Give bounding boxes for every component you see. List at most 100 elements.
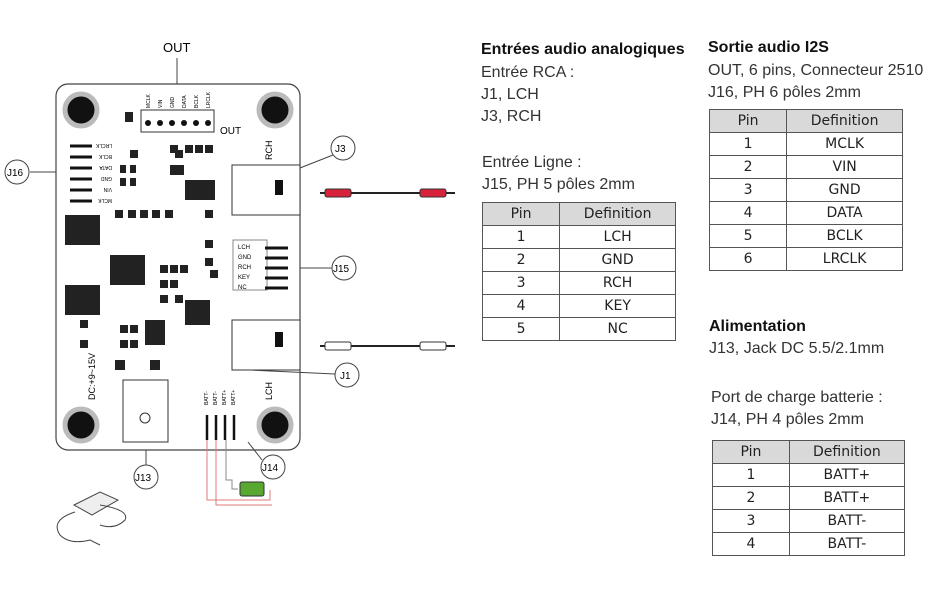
smd-component xyxy=(175,150,183,158)
i2s-line: J16, PH 6 pôles 2mm xyxy=(708,84,861,101)
pin-number: 2 xyxy=(712,486,790,510)
pin-number: 5 xyxy=(481,317,561,341)
rca-plug-red xyxy=(419,188,447,198)
power-desc: J13, Jack DC 5.5/2.1mm xyxy=(709,340,885,357)
j15-pin-label: GND xyxy=(238,255,252,261)
pin-number: 4 xyxy=(481,294,561,318)
smd-component xyxy=(205,145,213,153)
j16-pin-label: LRCLK xyxy=(95,142,112,148)
batt-pin-label: BATT- xyxy=(213,391,219,405)
smd-component xyxy=(115,210,123,218)
pin-number: 2 xyxy=(708,155,788,179)
j15-pin-label: LCH xyxy=(238,245,250,251)
out-pin-label: DATA xyxy=(182,95,188,108)
table-row: 2 GND xyxy=(481,248,676,272)
callout-out: OUT xyxy=(163,40,191,55)
smd-component xyxy=(170,265,178,273)
rca-plug-white xyxy=(324,341,352,351)
pin-dot xyxy=(205,120,211,126)
i2s-pin-table: Pin Definition 1 MCLK 2 VIN 3 GND 4 DATA 5 BCLK 6 LRC… xyxy=(708,109,903,271)
pin-number: 6 xyxy=(708,247,788,271)
analog-title: Entrées audio analogiques xyxy=(481,41,685,58)
smd-component xyxy=(130,340,138,348)
dc-jack-j13 xyxy=(122,379,169,443)
smd-component xyxy=(185,145,193,153)
rca-plug-red xyxy=(324,188,352,198)
smd-component xyxy=(205,258,213,266)
battery-pin-table: Pin Definition 1 BATT+ 2 BATT+ 3 BATT- 4 BATT- xyxy=(712,440,906,556)
smd-component xyxy=(80,320,88,328)
smd-component xyxy=(160,265,168,273)
smd-component xyxy=(65,215,100,245)
smd-component xyxy=(150,360,160,370)
pin-definition: BATT- xyxy=(788,509,906,533)
pin-dot xyxy=(145,120,151,126)
smd-component xyxy=(120,178,126,186)
pin-number: 3 xyxy=(712,509,790,533)
smd-component xyxy=(130,325,138,333)
pin-definition: KEY xyxy=(559,294,676,318)
smd-component xyxy=(140,210,148,218)
j15-pin-label: KEY xyxy=(238,275,250,281)
out-pin-label: LRCLK xyxy=(206,91,212,108)
smd-component xyxy=(130,150,138,158)
table-row: 6 LRCLK xyxy=(708,247,903,271)
column-header: Definition xyxy=(559,202,676,226)
table-header-row: Pin Definition xyxy=(712,440,906,464)
out-pin-label: MCLK xyxy=(146,93,152,108)
smd-component xyxy=(205,210,213,218)
pin-definition: RCH xyxy=(559,271,676,295)
i2s-title: Sortie audio I2S xyxy=(708,39,829,56)
pin-definition: BATT- xyxy=(788,532,906,556)
table-row: 5 BCLK xyxy=(708,224,903,248)
pin-definition: BATT+ xyxy=(788,463,906,487)
out-pin-label: VIN xyxy=(158,99,164,108)
pin-definition: VIN xyxy=(786,155,903,179)
power-title: Alimentation xyxy=(709,318,806,335)
smd-component xyxy=(128,210,136,218)
pin-number: 1 xyxy=(712,463,790,487)
callout-j13: J13 xyxy=(135,473,152,484)
pin-dot xyxy=(181,120,187,126)
table-header-row: Pin Definition xyxy=(708,109,903,133)
pin-definition: NC xyxy=(559,317,676,341)
pin-number: 4 xyxy=(712,532,790,556)
smd-component xyxy=(120,325,128,333)
line-in-pin-table: Pin Definition 1 LCH 2 GND 3 RCH 4 KEY 5 NC xyxy=(481,202,676,341)
pin-definition: MCLK xyxy=(786,132,903,156)
smd-component xyxy=(80,340,88,348)
smd-component xyxy=(205,240,213,248)
column-header: Definition xyxy=(788,440,906,464)
i2s-line: OUT, 6 pins, Connecteur 2510 xyxy=(708,62,924,79)
pin-definition: LCH xyxy=(559,225,676,249)
rca-line: J1, LCH xyxy=(481,86,539,103)
column-header: Pin xyxy=(712,440,790,464)
power-adapter-icon xyxy=(56,491,127,546)
pin-number: 1 xyxy=(708,132,788,156)
svg-text:DC:+9~15V: DC:+9~15V xyxy=(87,353,97,400)
smd-component xyxy=(170,280,178,288)
rca-label: Entrée RCA : xyxy=(481,64,575,81)
smd-component xyxy=(130,178,136,186)
smd-component xyxy=(185,180,215,200)
j16-pin-label: BCLK xyxy=(98,153,112,159)
callout-j3: J3 xyxy=(335,144,346,155)
table-row: 3 BATT- xyxy=(712,509,906,533)
table-row: 3 GND xyxy=(708,178,903,202)
pin-definition: GND xyxy=(786,178,903,202)
j15-pin-label: RCH xyxy=(238,265,251,271)
out-pin-label: BCLK xyxy=(194,94,200,108)
table-row: 1 BATT+ xyxy=(712,463,906,487)
smd-component xyxy=(160,295,168,303)
pin-definition: BATT+ xyxy=(788,486,906,510)
batt-pin-label: BATT+ xyxy=(222,390,228,405)
smd-component xyxy=(170,165,184,175)
table-row: 3 RCH xyxy=(481,271,676,295)
pin-number: 2 xyxy=(481,248,561,272)
pin-definition: DATA xyxy=(786,201,903,225)
j16-pin-label: VIN xyxy=(103,186,112,192)
smd-component xyxy=(152,210,160,218)
smd-component xyxy=(160,280,168,288)
battery-desc: J14, PH 4 pôles 2mm xyxy=(711,411,864,428)
pin-number: 5 xyxy=(708,224,788,248)
